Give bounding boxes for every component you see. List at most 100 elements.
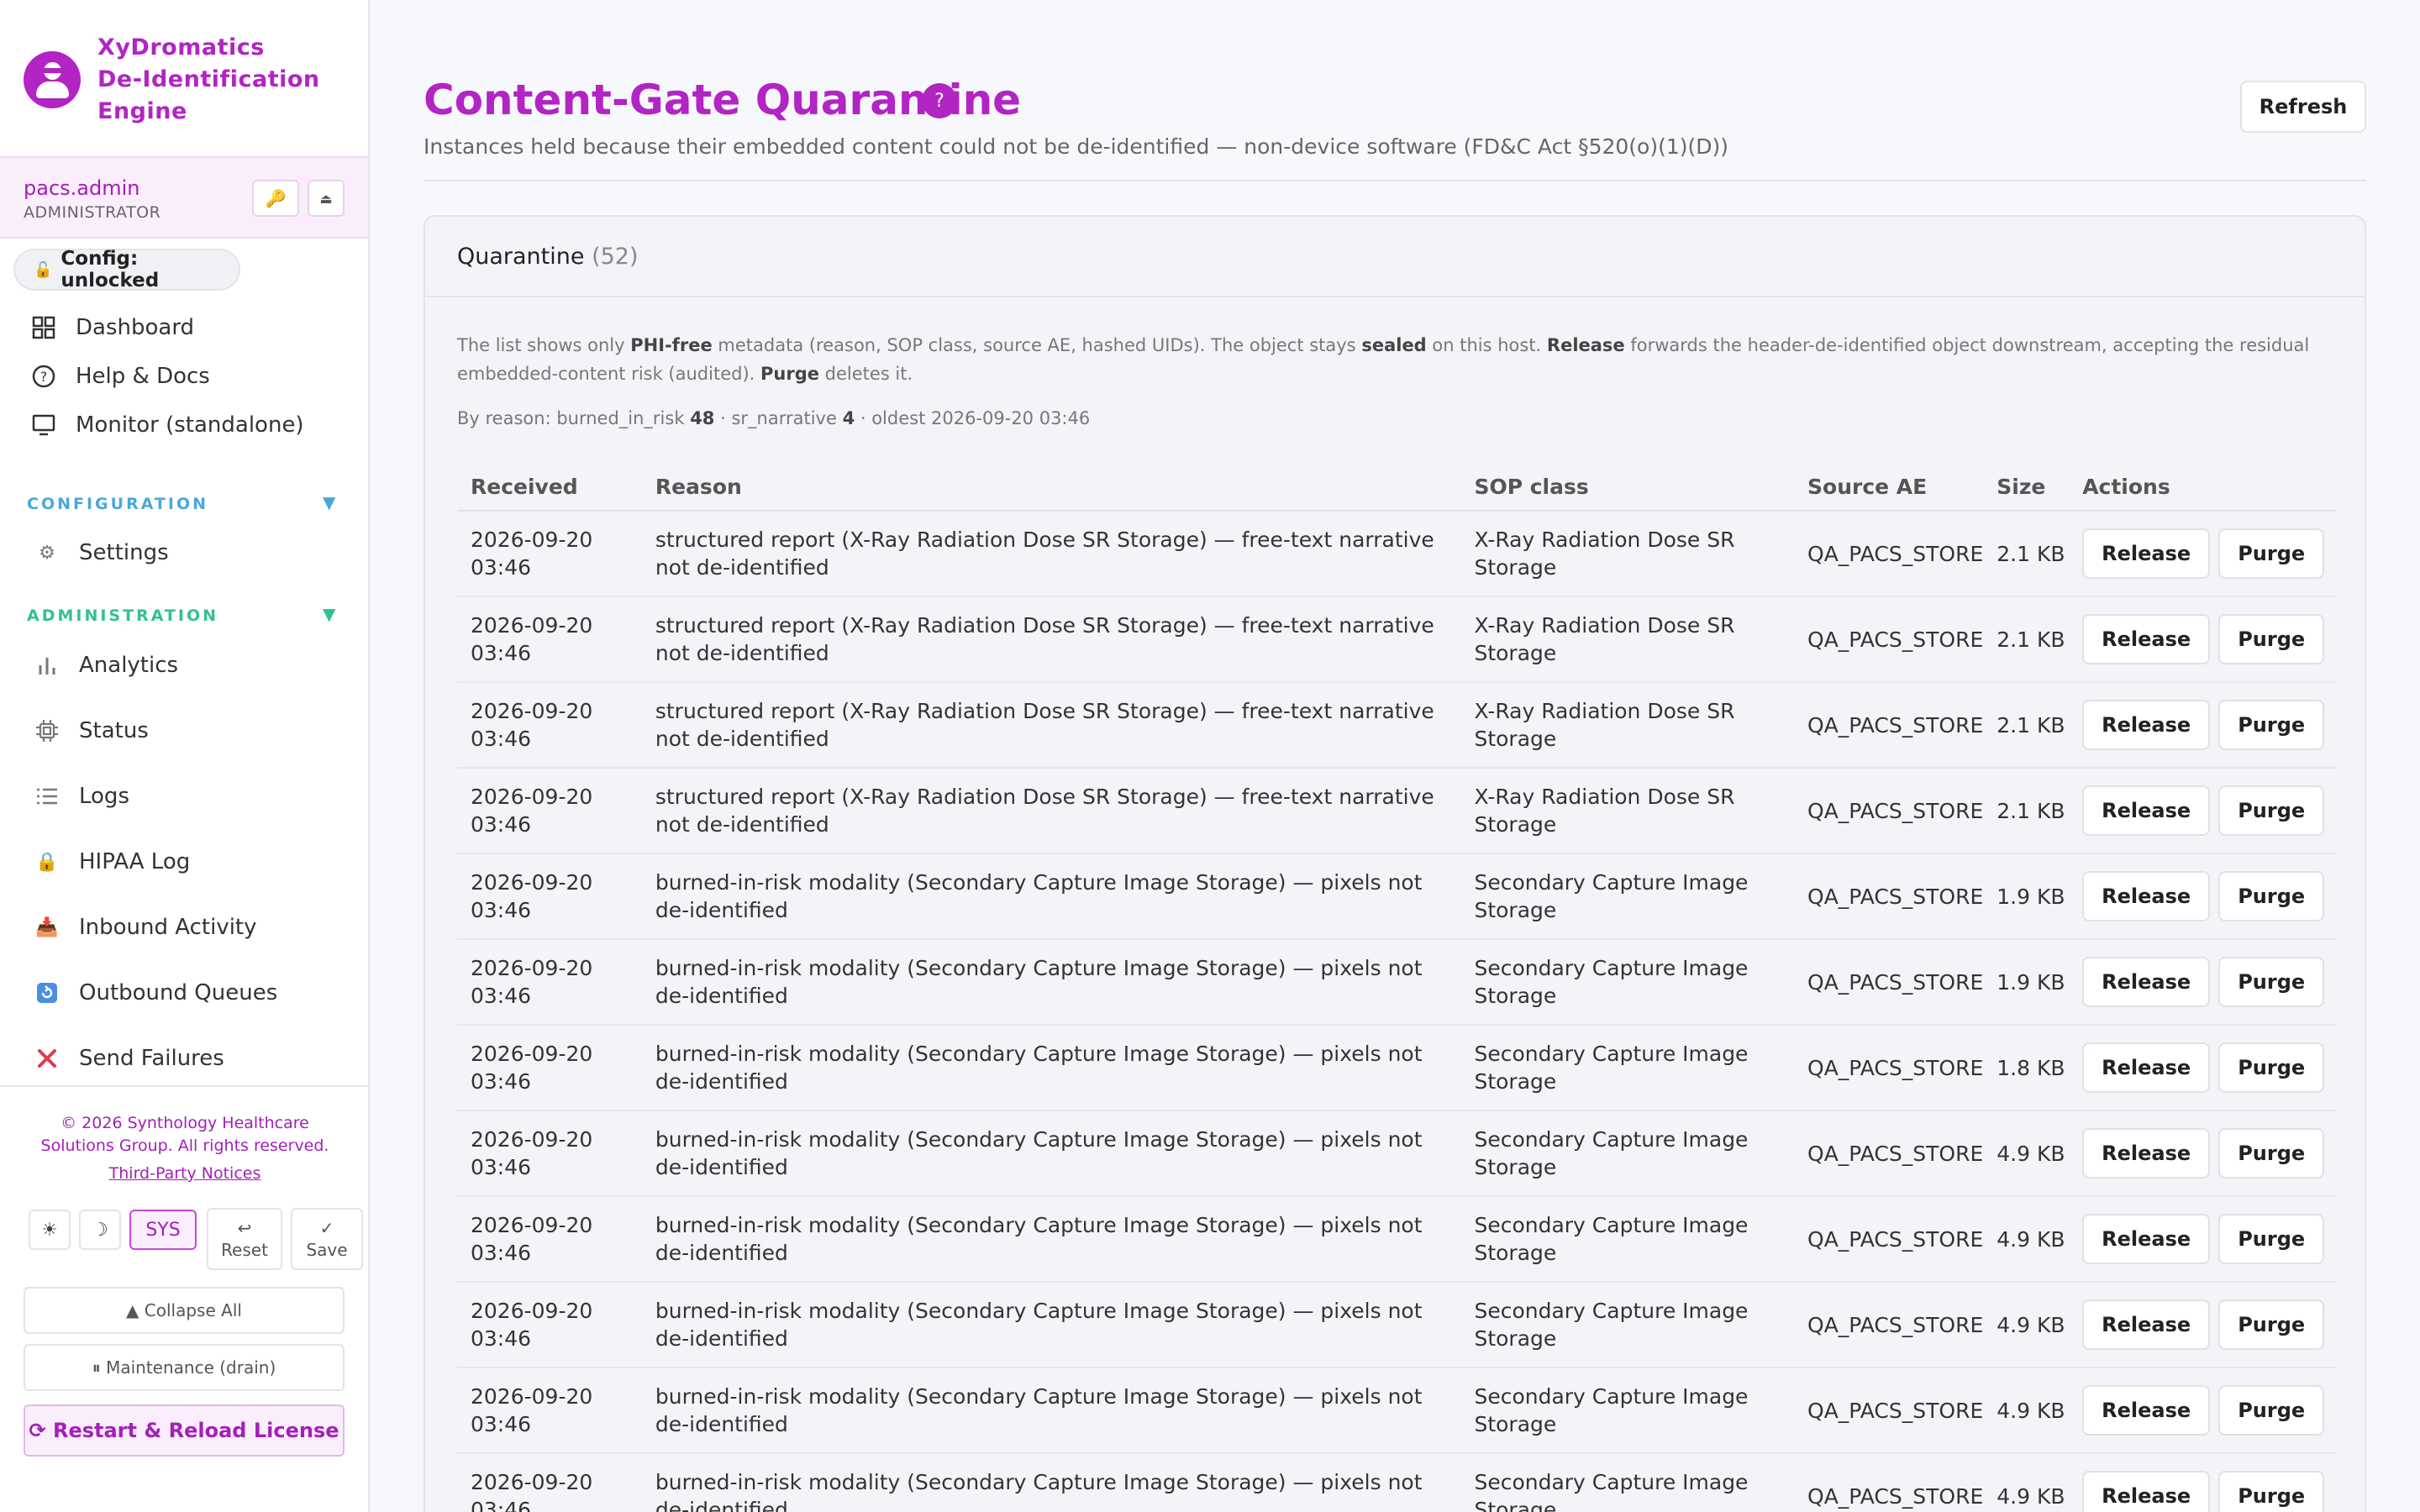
- cell-sop-class: X-Ray Radiation Dose SR Storage: [1460, 511, 1795, 597]
- cell-actions: Release Purge: [2069, 511, 2336, 597]
- release-button[interactable]: Release: [2082, 1128, 2211, 1179]
- nav-hipaa-log[interactable]: 🔒 HIPAA Log: [29, 847, 190, 877]
- table-row: 2026-09-20 03:46 burned-in-risk modality …: [457, 1025, 2336, 1111]
- cell-size: 2.1 KB: [1983, 768, 2070, 854]
- nav-status[interactable]: Status: [29, 716, 149, 746]
- release-button[interactable]: Release: [2082, 1471, 2211, 1512]
- nav-inbound-activity[interactable]: 📥 Inbound Activity: [29, 912, 256, 942]
- page-subtitle: Instances held because their embedded co…: [424, 134, 1729, 159]
- purge-button[interactable]: Purge: [2218, 1471, 2325, 1512]
- purge-button[interactable]: Purge: [2218, 1385, 2325, 1436]
- list-icon: [32, 781, 62, 811]
- purge-button[interactable]: Purge: [2218, 1128, 2325, 1179]
- column-header-size[interactable]: Size: [1983, 464, 2070, 512]
- table-row: 2026-09-20 03:46 burned-in-risk modality …: [457, 853, 2336, 940]
- nav-analytics[interactable]: Analytics: [29, 650, 178, 680]
- cell-sop-class: Secondary Capture Image Storage: [1460, 1453, 1795, 1512]
- cell-received: 2026-09-20 03:46: [457, 939, 642, 1026]
- cell-actions: Release Purge: [2069, 596, 2336, 683]
- save-button[interactable]: ✓ Save: [291, 1208, 363, 1270]
- monitor-icon: [29, 410, 59, 440]
- help-icon[interactable]: ?: [922, 83, 957, 118]
- unlock-icon: 🔓: [34, 260, 53, 279]
- purge-button[interactable]: Purge: [2218, 1299, 2325, 1350]
- purge-button[interactable]: Purge: [2218, 785, 2325, 836]
- nav-dashboard[interactable]: Dashboard: [29, 312, 194, 343]
- copyright-text: © 2026 Synthology Healthcare Solutions G…: [40, 1114, 329, 1155]
- check-icon: ✓: [319, 1218, 334, 1238]
- table-row: 2026-09-20 03:46 burned-in-risk modality …: [457, 1110, 2336, 1197]
- column-header-sop-class[interactable]: SOP class: [1460, 464, 1795, 512]
- reset-button[interactable]: ↩ Reset: [207, 1208, 282, 1270]
- release-button[interactable]: Release: [2082, 871, 2211, 921]
- collapse-all-button[interactable]: ▲ Collapse All: [24, 1287, 345, 1334]
- release-button[interactable]: Release: [2082, 1042, 2211, 1093]
- theme-light-button[interactable]: ☀: [29, 1210, 71, 1250]
- chevron-down-icon[interactable]: ▼: [323, 492, 335, 512]
- cell-reason: burned-in-risk modality (Secondary Captu…: [641, 1282, 1461, 1368]
- table-row: 2026-09-20 03:46 burned-in-risk modality …: [457, 1368, 2336, 1454]
- release-button[interactable]: Release: [2082, 1299, 2211, 1350]
- cell-received: 2026-09-20 03:46: [457, 1110, 642, 1197]
- cell-reason: burned-in-risk modality (Secondary Captu…: [641, 853, 1461, 940]
- cell-sop-class: X-Ray Radiation Dose SR Storage: [1460, 596, 1795, 683]
- logout-button[interactable]: ⏏: [308, 180, 345, 217]
- release-button[interactable]: Release: [2082, 957, 2211, 1007]
- eject-icon: ⏏: [319, 190, 333, 207]
- purge-button[interactable]: Purge: [2218, 614, 2325, 664]
- theme-dark-button[interactable]: ☽: [79, 1210, 121, 1250]
- help-circle-icon: ?: [29, 361, 59, 391]
- cell-received: 2026-09-20 03:46: [457, 596, 642, 683]
- cell-size: 4.9 KB: [1983, 1110, 2070, 1197]
- cell-size: 1.9 KB: [1983, 853, 2070, 940]
- gear-icon: ⚙: [39, 542, 55, 564]
- cell-actions: Release Purge: [2069, 1110, 2336, 1197]
- restart-reload-license-button[interactable]: ⟳ Restart & Reload License: [24, 1404, 345, 1457]
- red-x-icon: [32, 1043, 62, 1074]
- nav-monitor[interactable]: Monitor (standalone): [29, 410, 304, 440]
- column-header-source-ae[interactable]: Source AE: [1794, 464, 1984, 512]
- cell-received: 2026-09-20 03:46: [457, 511, 642, 597]
- table-row: 2026-09-20 03:46 structured report (X-Ray…: [457, 682, 2336, 769]
- key-button[interactable]: 🔑: [252, 180, 299, 217]
- purge-button[interactable]: Purge: [2218, 528, 2325, 579]
- bar-chart-icon: [32, 650, 62, 680]
- release-button[interactable]: Release: [2082, 1385, 2211, 1436]
- release-button[interactable]: Release: [2082, 614, 2211, 664]
- nav-logs[interactable]: Logs: [29, 781, 129, 811]
- refresh-button[interactable]: Refresh: [2240, 81, 2366, 133]
- release-button[interactable]: Release: [2082, 700, 2211, 750]
- quarantine-count: (52): [592, 244, 639, 270]
- cell-sop-class: X-Ray Radiation Dose SR Storage: [1460, 768, 1795, 854]
- purge-button[interactable]: Purge: [2218, 1042, 2325, 1093]
- table-row: 2026-09-20 03:46 structured report (X-Ray…: [457, 768, 2336, 854]
- cell-reason: burned-in-risk modality (Secondary Captu…: [641, 1025, 1461, 1111]
- cell-actions: Release Purge: [2069, 1368, 2336, 1454]
- cell-source-ae: QA_PACS_STORE: [1794, 1110, 1984, 1197]
- theme-system-button[interactable]: SYS: [129, 1210, 197, 1250]
- column-header-reason[interactable]: Reason: [641, 464, 1461, 512]
- chevron-down-icon[interactable]: ▼: [323, 604, 335, 624]
- cell-actions: Release Purge: [2069, 939, 2336, 1026]
- section-configuration[interactable]: CONFIGURATION: [27, 495, 208, 513]
- third-party-notices-link[interactable]: Third-Party Notices: [25, 1164, 345, 1183]
- cell-actions: Release Purge: [2069, 1282, 2336, 1368]
- release-button[interactable]: Release: [2082, 528, 2211, 579]
- release-button[interactable]: Release: [2082, 1214, 2211, 1264]
- release-button[interactable]: Release: [2082, 785, 2211, 836]
- column-header-received[interactable]: Received: [457, 464, 642, 512]
- purge-button[interactable]: Purge: [2218, 1214, 2325, 1264]
- cell-reason: structured report (X-Ray Radiation Dose …: [641, 596, 1461, 683]
- section-administration[interactable]: ADMINISTRATION: [27, 606, 218, 625]
- purge-button[interactable]: Purge: [2218, 957, 2325, 1007]
- purge-button[interactable]: Purge: [2218, 871, 2325, 921]
- config-lock-toggle[interactable]: 🔓 Config: unlocked: [13, 248, 240, 291]
- maintenance-drain-button[interactable]: ⏸ Maintenance (drain): [24, 1344, 345, 1391]
- nav-settings[interactable]: ⚙ Settings: [29, 538, 169, 568]
- nav-send-failures[interactable]: Send Failures: [29, 1043, 224, 1074]
- nav-help[interactable]: ? Help & Docs: [29, 361, 210, 391]
- cell-actions: Release Purge: [2069, 768, 2336, 854]
- sidebar-footer: © 2026 Synthology Healthcare Solutions G…: [0, 1085, 368, 1512]
- nav-outbound-queues[interactable]: Outbound Queues: [29, 978, 277, 1008]
- purge-button[interactable]: Purge: [2218, 700, 2325, 750]
